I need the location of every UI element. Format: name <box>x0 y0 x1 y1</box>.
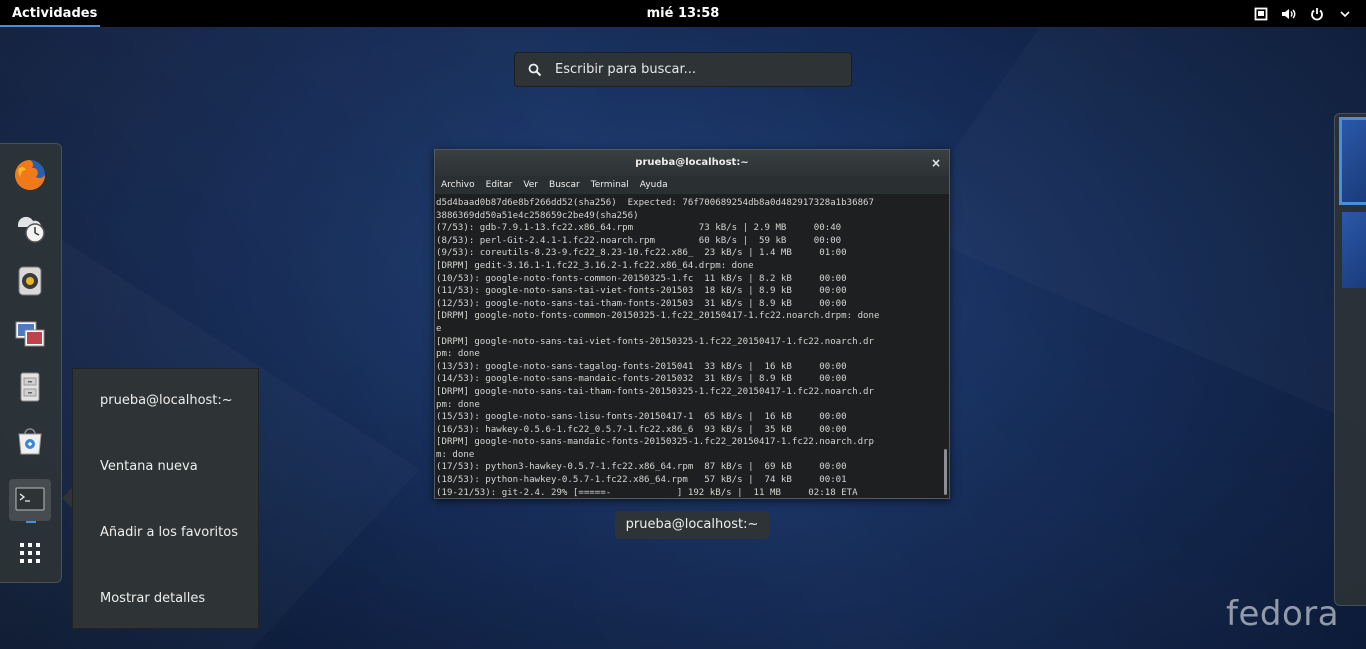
window-menubar: Archivo Editar Ver Buscar Terminal Ayuda <box>435 176 949 194</box>
search-placeholder: Escribir para buscar... <box>555 62 697 77</box>
terminal-line: e <box>436 323 442 334</box>
terminal-line: [DRPM] google-noto-sans-tai-viet-fonts-2… <box>436 336 874 347</box>
terminal-line: (15/53): google-noto-sans-lisu-fonts-201… <box>436 412 847 423</box>
top-bar: Actividades mié 13:58 <box>0 0 1366 27</box>
window-title: prueba@localhost:~ × <box>435 150 949 176</box>
window-caption: prueba@localhost:~ <box>615 511 769 539</box>
terminal-line: (7/53): gdb-7.9.1-13.fc22.x86_64.rpm 73 … <box>436 223 842 234</box>
terminal-line: [DRPM] gedit-3.16.1-1.fc22_3.16.2-1.fc22… <box>436 260 754 271</box>
system-tray[interactable] <box>1252 0 1354 27</box>
terminal-line: m: done <box>436 449 475 460</box>
search-icon <box>515 63 555 77</box>
terminal-line: [DRPM] google-noto-sans-tai-tham-fonts-2… <box>436 386 874 397</box>
menu-item-window[interactable]: prueba@localhost:~ <box>100 391 233 411</box>
scrollbar[interactable] <box>944 449 947 495</box>
terminal-line: [DRPM] google-noto-fonts-common-20150325… <box>436 311 880 322</box>
image-viewer-icon[interactable] <box>9 313 51 355</box>
workspace-switcher <box>1334 113 1366 606</box>
clock[interactable]: mié 13:58 <box>0 0 1366 27</box>
close-icon[interactable]: × <box>931 150 941 176</box>
terminal-window-thumbnail[interactable]: prueba@localhost:~ × Archivo Editar Ver … <box>434 149 950 499</box>
menu-ver[interactable]: Ver <box>523 176 538 194</box>
file-manager-icon[interactable] <box>9 366 51 408</box>
terminal-lines: d5d4baad0b87d6e8bf266dd52(sha256) Expect… <box>436 197 941 498</box>
wallpaper-facet <box>900 27 1366 427</box>
menu-ayuda[interactable]: Ayuda <box>640 176 668 194</box>
show-apps-icon[interactable] <box>9 532 51 574</box>
terminal-line: (12/53): google-noto-sans-tai-tham-fonts… <box>436 298 847 309</box>
menu-item-add-favorites[interactable]: Añadir a los favoritos <box>100 523 238 543</box>
terminal-line: pm: done <box>436 349 480 360</box>
terminal-icon[interactable] <box>9 479 51 523</box>
dash <box>0 143 62 583</box>
terminal-line: (9/53): coreutils-8.23-9.fc22_8.23-10.fc… <box>436 248 847 259</box>
rhythmbox-icon[interactable] <box>9 260 51 302</box>
menu-item-show-details[interactable]: Mostrar detalles <box>100 589 205 609</box>
software-center-icon[interactable] <box>9 419 51 461</box>
terminal-line: d5d4baad0b87d6e8bf266dd52(sha256) Expect… <box>436 198 874 208</box>
workspace-2[interactable] <box>1342 212 1366 288</box>
menu-terminal[interactable]: Terminal <box>591 176 629 194</box>
workspace-1[interactable] <box>1339 117 1366 205</box>
chevron-down-icon[interactable] <box>1336 5 1354 23</box>
terminal-line: (10/53): google-noto-fonts-common-201503… <box>436 273 847 284</box>
terminal-line: (8/53): perl-Git-2.4.1-1.fc22.noarch.rpm… <box>436 235 842 246</box>
terminal-line: (18/53): python-hawkey-0.5.7-1.fc22.x86_… <box>436 475 847 486</box>
terminal-line: (14/53): google-noto-sans-mandaic-fonts-… <box>436 374 847 385</box>
fedora-logo: fedora <box>1226 594 1340 634</box>
menu-editar[interactable]: Editar <box>486 176 513 194</box>
menu-archivo[interactable]: Archivo <box>441 176 475 194</box>
terminal-line: [DRPM] google-noto-sans-mandaic-fonts-20… <box>436 437 874 448</box>
terminal-output[interactable]: d5d4baad0b87d6e8bf266dd52(sha256) Expect… <box>435 194 949 498</box>
firefox-icon[interactable] <box>9 154 51 196</box>
terminal-line: (13/53): google-noto-sans-tagalog-fonts-… <box>436 361 847 372</box>
terminal-line: (17/53): python3-hawkey-0.5.7-1.fc22.x86… <box>436 462 847 473</box>
app-context-menu: prueba@localhost:~ Ventana nueva Añadir … <box>72 368 259 629</box>
search-entry[interactable]: Escribir para buscar... <box>514 52 852 87</box>
terminal-line: (11/53): google-noto-sans-tai-viet-fonts… <box>436 286 847 297</box>
clock-icon[interactable] <box>9 207 51 249</box>
running-indicator <box>26 521 36 523</box>
power-icon[interactable] <box>1308 5 1326 23</box>
volume-icon[interactable] <box>1280 5 1298 23</box>
menu-buscar[interactable]: Buscar <box>549 176 580 194</box>
terminal-line: 3886369dd50a51e4c258659c2be49(sha256) <box>436 210 639 221</box>
terminal-line: pm: done <box>436 399 480 410</box>
context-menu-arrow <box>62 488 72 508</box>
terminal-line: (16/53): hawkey-0.5.6-1.fc22_0.5.7-1.fc2… <box>436 424 847 435</box>
menu-item-new-window[interactable]: Ventana nueva <box>100 457 198 477</box>
terminal-line: (19-21/53): git-2.4. 29% [=====- ] 192 k… <box>436 487 858 498</box>
screen-icon[interactable] <box>1252 5 1270 23</box>
